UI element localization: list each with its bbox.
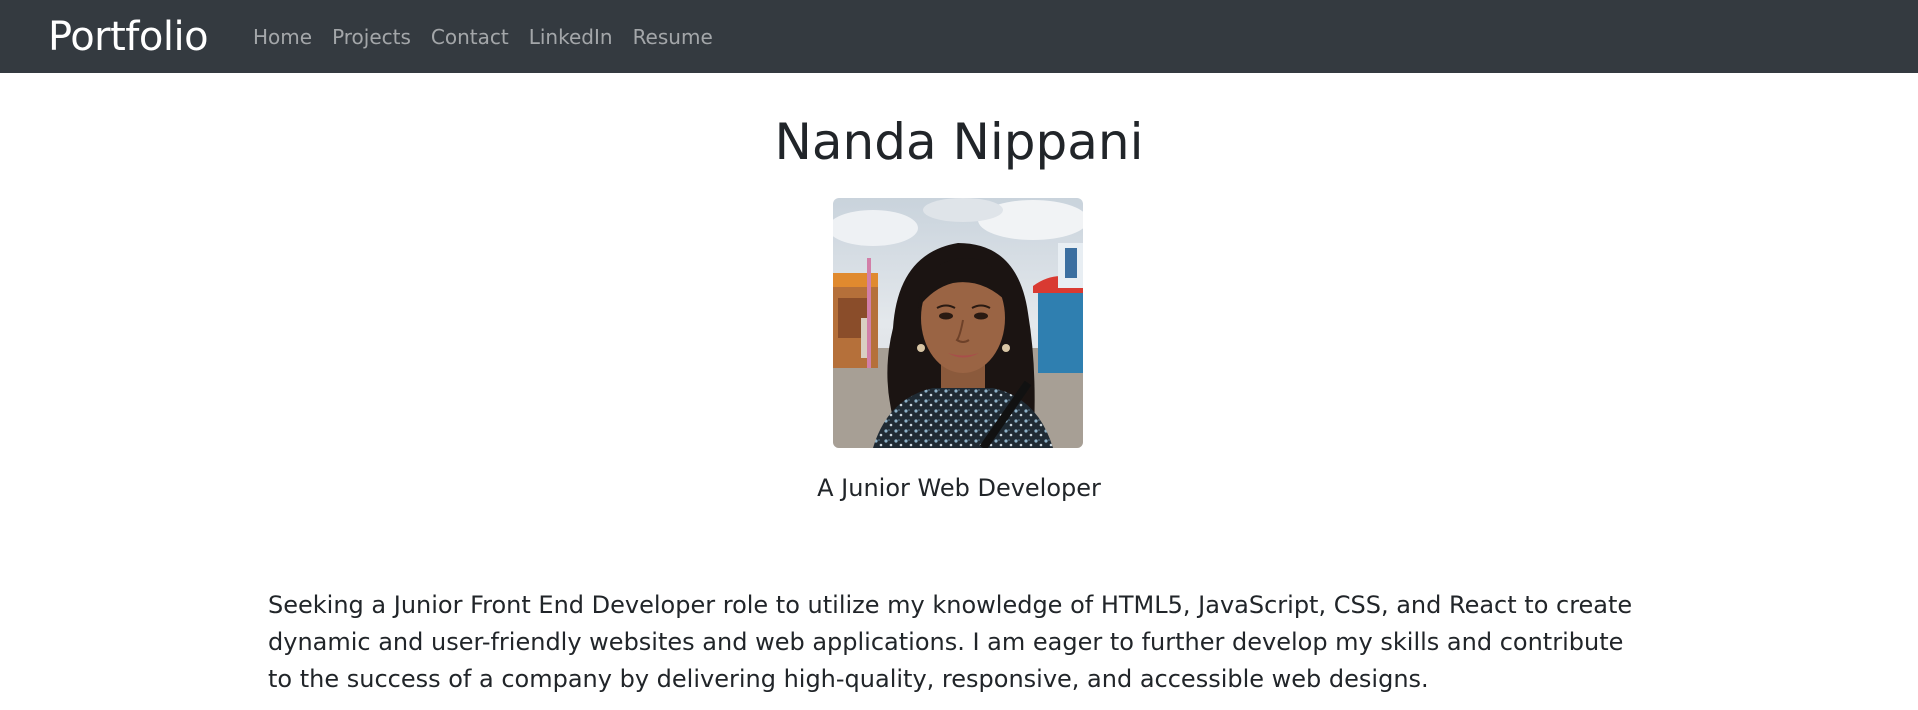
profile-photo-image bbox=[833, 198, 1083, 448]
profile-photo bbox=[833, 198, 1083, 448]
page-title: Nanda Nippani bbox=[774, 113, 1144, 171]
nav-links: Home Projects Contact LinkedIn Resume bbox=[253, 24, 733, 50]
bio-paragraph: Seeking a Junior Front End Developer rol… bbox=[268, 591, 1633, 693]
navbar: Portfolio Home Projects Contact LinkedIn… bbox=[0, 0, 1918, 73]
nav-link-resume[interactable]: Resume bbox=[633, 24, 713, 50]
brand-link[interactable]: Portfolio bbox=[48, 13, 209, 61]
nav-link-linkedin[interactable]: LinkedIn bbox=[529, 24, 613, 50]
nav-link-home[interactable]: Home bbox=[253, 24, 312, 50]
nav-link-contact[interactable]: Contact bbox=[431, 24, 509, 50]
nav-link-projects[interactable]: Projects bbox=[332, 24, 411, 50]
subtitle: A Junior Web Developer bbox=[817, 474, 1101, 502]
